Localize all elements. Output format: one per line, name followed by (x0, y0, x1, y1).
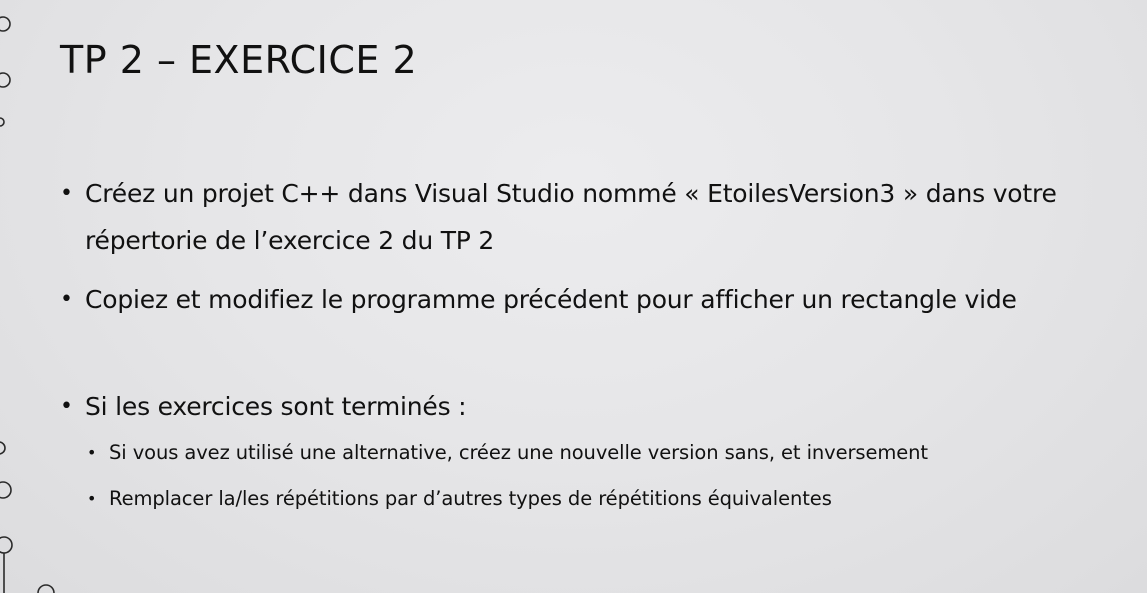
sub-list-item-text: Si vous avez utilisé une alternative, cr… (109, 441, 928, 464)
list-item-text: Créez un projet C++ dans Visual Studio n… (85, 179, 1057, 255)
slide: TP 2 – EXERCICE 2 • Créez un projet C++ … (0, 0, 1147, 593)
list-item-text: Si les exercices sont terminés : (85, 392, 467, 421)
sub-list-item: • Remplacer la/les répétitions par d’aut… (85, 476, 1130, 522)
list-item: • Si les exercices sont terminés : • Si … (60, 383, 1130, 522)
sub-bullet-icon: • (87, 443, 97, 462)
slide-title: TP 2 – EXERCICE 2 (60, 38, 418, 82)
sub-list-item-text: Remplacer la/les répétitions par d’autre… (109, 487, 832, 510)
list-item: • Créez un projet C++ dans Visual Studio… (60, 170, 1130, 264)
bullet-icon: • (60, 287, 73, 312)
bullet-icon: • (60, 394, 73, 419)
bullet-icon: • (60, 181, 73, 206)
sub-bullet-list: • Si vous avez utilisé une alternative, … (85, 430, 1130, 522)
sub-list-item: • Si vous avez utilisé une alternative, … (85, 430, 1130, 476)
sub-bullet-icon: • (87, 489, 97, 508)
list-item-text: Copiez et modifiez le programme précéden… (85, 285, 1017, 314)
list-item: • Copiez et modifiez le programme précéd… (60, 276, 1130, 323)
bullet-list: • Créez un projet C++ dans Visual Studio… (60, 170, 1130, 522)
slide-content: • Créez un projet C++ dans Visual Studio… (60, 170, 1130, 534)
circuit-ornament-decoration (0, 16, 55, 593)
